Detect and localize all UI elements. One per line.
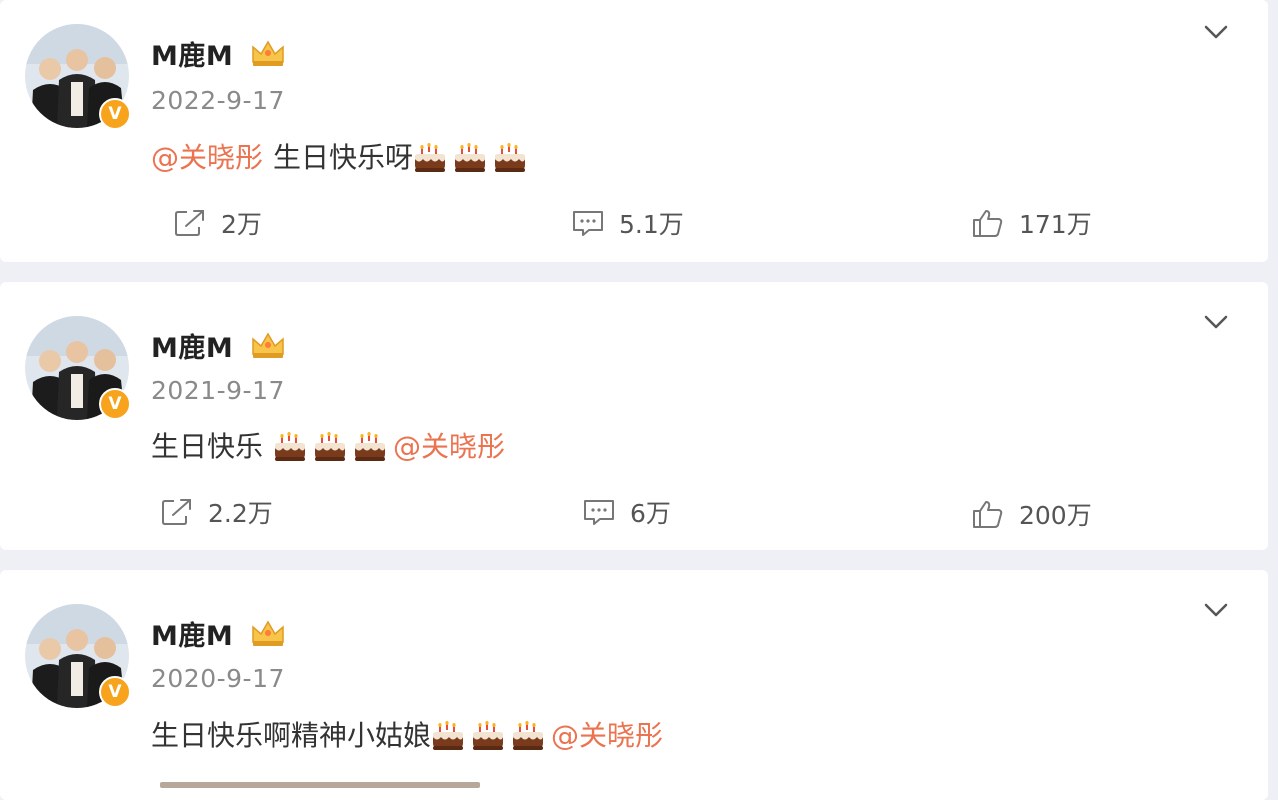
- username[interactable]: M鹿M: [151, 614, 233, 653]
- repost-button[interactable]: 2.2万: [160, 494, 273, 530]
- post-card: V M鹿M 2021-9-17 生日快乐 @关晓彤 2.2万 6万 200万: [0, 282, 1268, 550]
- cake-emoji-icon: [315, 432, 346, 461]
- cake-emoji-icon: [495, 143, 526, 172]
- post-card: V M鹿M 2022-9-17 @关晓彤 生日快乐呀 2万 5.1万 171万: [0, 0, 1268, 262]
- cake-emoji-icon: [415, 143, 446, 172]
- chevron-down-icon[interactable]: [1202, 312, 1230, 332]
- repost-button[interactable]: 2万: [173, 205, 262, 241]
- thumbs-up-icon: [973, 501, 1003, 528]
- verified-badge-icon: V: [99, 98, 131, 130]
- thumbs-up-icon: [973, 210, 1003, 237]
- mention-link[interactable]: @关晓彤: [393, 429, 505, 465]
- mention-link[interactable]: @关晓彤: [151, 140, 263, 176]
- username[interactable]: M鹿M: [151, 326, 233, 365]
- post-content: @关晓彤 生日快乐呀: [151, 140, 533, 176]
- post-content: 生日快乐 @关晓彤: [151, 429, 505, 465]
- verified-badge-icon: V: [99, 388, 131, 420]
- like-count: 200万: [1019, 501, 1092, 530]
- like-button[interactable]: 171万: [971, 205, 1092, 241]
- post-date[interactable]: 2021-9-17: [151, 376, 285, 405]
- post-text: 生日快乐呀: [273, 141, 414, 174]
- comment-count: 6万: [630, 499, 671, 528]
- cake-emoji-icon: [455, 143, 486, 172]
- repost-count: 2万: [221, 210, 262, 239]
- repost-count: 2.2万: [208, 499, 273, 528]
- crown-icon[interactable]: [250, 38, 286, 68]
- cake-emoji-icon: [275, 432, 306, 461]
- post-text: 生日快乐: [151, 430, 264, 463]
- repost-icon: [162, 499, 191, 525]
- username[interactable]: M鹿M: [151, 34, 233, 73]
- comment-count: 5.1万: [619, 210, 684, 239]
- post-date[interactable]: 2022-9-17: [151, 86, 285, 115]
- post-card: V M鹿M 2020-9-17 生日快乐啊精神小姑娘 @关晓彤: [0, 570, 1268, 800]
- cake-emoji-icon: [355, 432, 386, 461]
- post-text: 生日快乐啊精神小姑娘: [151, 719, 432, 752]
- post-content: 生日快乐啊精神小姑娘 @关晓彤: [151, 718, 663, 754]
- repost-icon: [175, 210, 204, 236]
- comment-button[interactable]: 6万: [582, 494, 671, 530]
- like-button[interactable]: 200万: [971, 496, 1092, 532]
- post-image-edge[interactable]: [160, 782, 480, 788]
- like-count: 171万: [1019, 210, 1092, 239]
- comment-icon: [584, 500, 614, 525]
- comment-icon: [573, 211, 603, 236]
- cake-emoji-icon: [433, 721, 464, 750]
- chevron-down-icon[interactable]: [1202, 22, 1230, 42]
- crown-icon[interactable]: [250, 330, 286, 360]
- cake-emoji-icon: [513, 721, 544, 750]
- mention-link[interactable]: @关晓彤: [551, 718, 663, 754]
- chevron-down-icon[interactable]: [1202, 600, 1230, 620]
- crown-icon[interactable]: [250, 618, 286, 648]
- post-date[interactable]: 2020-9-17: [151, 664, 285, 693]
- comment-button[interactable]: 5.1万: [571, 205, 684, 241]
- cake-emoji-icon: [473, 721, 504, 750]
- verified-badge-icon: V: [99, 676, 131, 708]
